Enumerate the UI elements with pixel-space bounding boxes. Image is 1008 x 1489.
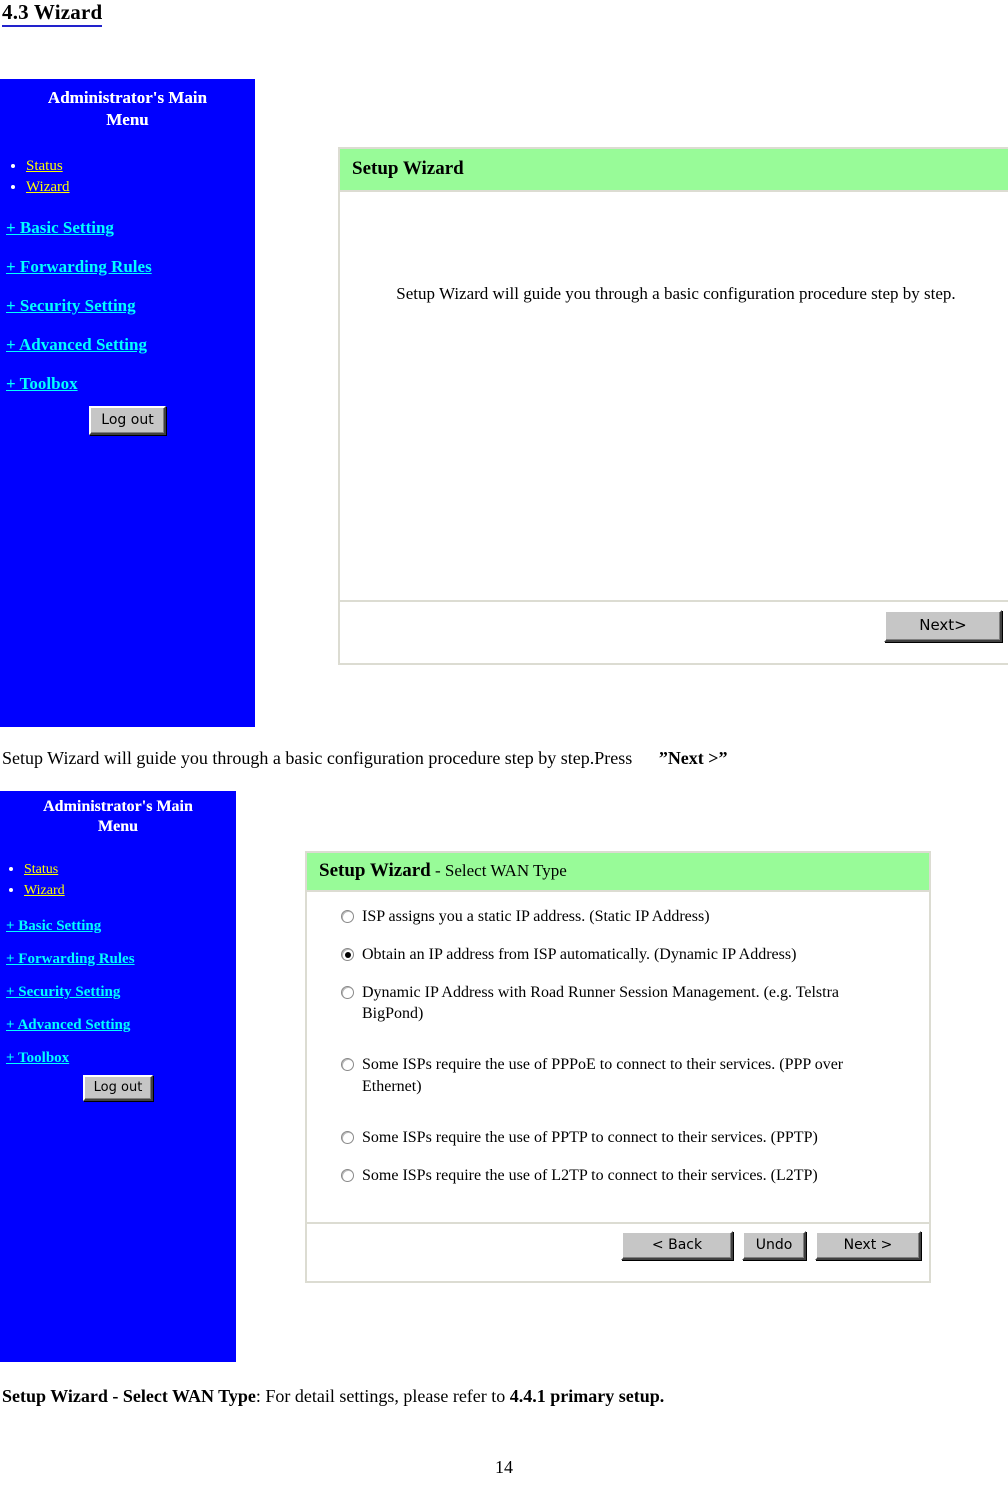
- sidebar-item-wizard[interactable]: Wizard: [26, 179, 70, 195]
- list-item: Wizard: [24, 879, 236, 900]
- setup-wizard-panel-body: Setup Wizard will guide you through a ba…: [340, 192, 1008, 600]
- wan-option-label[interactable]: ISP assigns you a static IP address. (St…: [362, 906, 710, 927]
- radio-icon[interactable]: [341, 948, 354, 962]
- wan-option-pptp[interactable]: Some ISPs require the use of PPTP to con…: [307, 1127, 929, 1148]
- radio-icon[interactable]: [341, 1130, 354, 1144]
- sidebar-item-status[interactable]: Status: [26, 158, 63, 174]
- sidebar-title-line2: Menu: [98, 818, 138, 836]
- setup-wizard-panel-title: Setup Wizard: [352, 158, 464, 179]
- sidebar-item-forwarding-rules[interactable]: + Forwarding Rules: [6, 257, 152, 277]
- logout-button[interactable]: Log out: [89, 406, 166, 436]
- sidebar-item-basic-setting[interactable]: + Basic Setting: [6, 218, 114, 238]
- sidebar-title-line1: Administrator's Main: [43, 798, 193, 815]
- wan-option-l2tp[interactable]: Some ISPs require the use of L2TP to con…: [307, 1165, 929, 1186]
- wan-panel-footer: < Back Undo Next >: [307, 1222, 929, 1267]
- list-item: Wizard: [26, 176, 255, 198]
- radio-icon[interactable]: [341, 1168, 354, 1182]
- wan-option-label[interactable]: Some ISPs require the use of PPTP to con…: [362, 1127, 818, 1148]
- caption-1-bold: ”Next >”: [658, 748, 728, 768]
- wan-option-label[interactable]: Dynamic IP Address with Road Runner Sess…: [362, 982, 854, 1024]
- logout-button[interactable]: Log out: [82, 1074, 154, 1101]
- caption-screenshot-2: Setup Wizard - Select WAN Type: For deta…: [2, 1386, 664, 1407]
- wan-option-road-runner[interactable]: Dynamic IP Address with Road Runner Sess…: [307, 982, 929, 1024]
- setup-wizard-intro-text: Setup Wizard will guide you through a ba…: [396, 284, 956, 303]
- sidebar-item-forwarding-rules[interactable]: + Forwarding Rules: [6, 951, 135, 968]
- sidebar-title: Administrator's Main Menu: [0, 791, 236, 838]
- next-button[interactable]: Next >: [815, 1231, 921, 1260]
- page-title: 4.3 Wizard: [2, 0, 103, 27]
- setup-wizard-panel-footer: Next>: [340, 600, 1008, 650]
- sidebar-item-security-setting[interactable]: + Security Setting: [6, 984, 120, 1001]
- sidebar-item-status[interactable]: Status: [24, 862, 58, 877]
- sidebar-expandables: + Basic Setting + Forwarding Rules + Sec…: [0, 917, 236, 1067]
- caption-2-plain: : For detail settings, please refer to: [255, 1386, 510, 1406]
- sidebar-item-advanced-setting[interactable]: + Advanced Setting: [6, 335, 147, 355]
- sidebar-item-wizard[interactable]: Wizard: [24, 883, 65, 898]
- caption-1-plain: Setup Wizard will guide you through a ba…: [2, 748, 633, 768]
- sidebar-item-toolbox[interactable]: + Toolbox: [6, 1050, 69, 1067]
- sidebar-bullet-list: Status Wizard: [0, 155, 255, 199]
- admin-sidebar-2: Administrator's Main Menu Status Wizard …: [0, 791, 236, 1362]
- caption-2-bold-lead: Setup Wizard - Select WAN Type: [2, 1386, 256, 1406]
- setup-wizard-panel-header: Setup Wizard: [340, 149, 1008, 192]
- wan-option-dynamic-ip[interactable]: Obtain an IP address from ISP automatica…: [307, 944, 929, 965]
- next-button[interactable]: Next>: [884, 610, 1002, 642]
- sidebar-title-line2: Menu: [106, 109, 149, 129]
- back-button[interactable]: < Back: [621, 1231, 733, 1260]
- logout-container: Log out: [0, 406, 255, 436]
- select-wan-type-panel: Setup Wizard - Select WAN Type ISP assig…: [305, 851, 931, 1283]
- radio-icon[interactable]: [341, 986, 354, 1000]
- sidebar-title-line1: Administrator's Main: [47, 88, 208, 107]
- wan-panel-title: Setup Wizard: [319, 860, 431, 881]
- list-item: Status: [26, 155, 255, 177]
- logout-container: Log out: [0, 1074, 236, 1101]
- wan-option-label[interactable]: Obtain an IP address from ISP automatica…: [362, 944, 796, 965]
- wan-type-option-list: ISP assigns you a static IP address. (St…: [307, 892, 929, 1192]
- sidebar-item-basic-setting[interactable]: + Basic Setting: [6, 918, 101, 935]
- wan-panel-header: Setup Wizard - Select WAN Type: [307, 853, 929, 892]
- sidebar-title: Administrator's Main Menu: [0, 79, 255, 131]
- radio-icon[interactable]: [341, 1058, 354, 1072]
- wan-option-pppoe[interactable]: Some ISPs require the use of PPPoE to co…: [307, 1054, 929, 1096]
- sidebar-bullet-list: Status Wizard: [0, 858, 236, 901]
- page-title-text: 4.3 Wizard: [2, 0, 103, 27]
- wan-option-label[interactable]: Some ISPs require the use of PPPoE to co…: [362, 1054, 869, 1096]
- sidebar-expandables: + Basic Setting + Forwarding Rules + Sec…: [0, 218, 255, 394]
- sidebar-item-toolbox[interactable]: + Toolbox: [6, 374, 78, 394]
- wan-option-label[interactable]: Some ISPs require the use of L2TP to con…: [362, 1165, 818, 1186]
- radio-icon[interactable]: [341, 910, 354, 923]
- setup-wizard-panel: Setup Wizard Setup Wizard will guide you…: [338, 147, 1008, 665]
- caption-screenshot-1: Setup Wizard will guide you through a ba…: [2, 748, 728, 769]
- wan-panel-subtitle: - Select WAN Type: [430, 861, 567, 880]
- page-number: 14: [495, 1457, 513, 1477]
- sidebar-item-security-setting[interactable]: + Security Setting: [6, 296, 136, 316]
- admin-sidebar-1: Administrator's Main Menu Status Wizard …: [0, 79, 255, 727]
- undo-button[interactable]: Undo: [742, 1231, 806, 1260]
- wan-panel-body: ISP assigns you a static IP address. (St…: [307, 892, 929, 1222]
- wan-option-static-ip[interactable]: ISP assigns you a static IP address. (St…: [307, 906, 929, 927]
- caption-2-bold-tail: 4.4.1 primary setup.: [509, 1386, 665, 1406]
- list-item: Status: [24, 858, 236, 879]
- sidebar-item-advanced-setting[interactable]: + Advanced Setting: [6, 1017, 130, 1034]
